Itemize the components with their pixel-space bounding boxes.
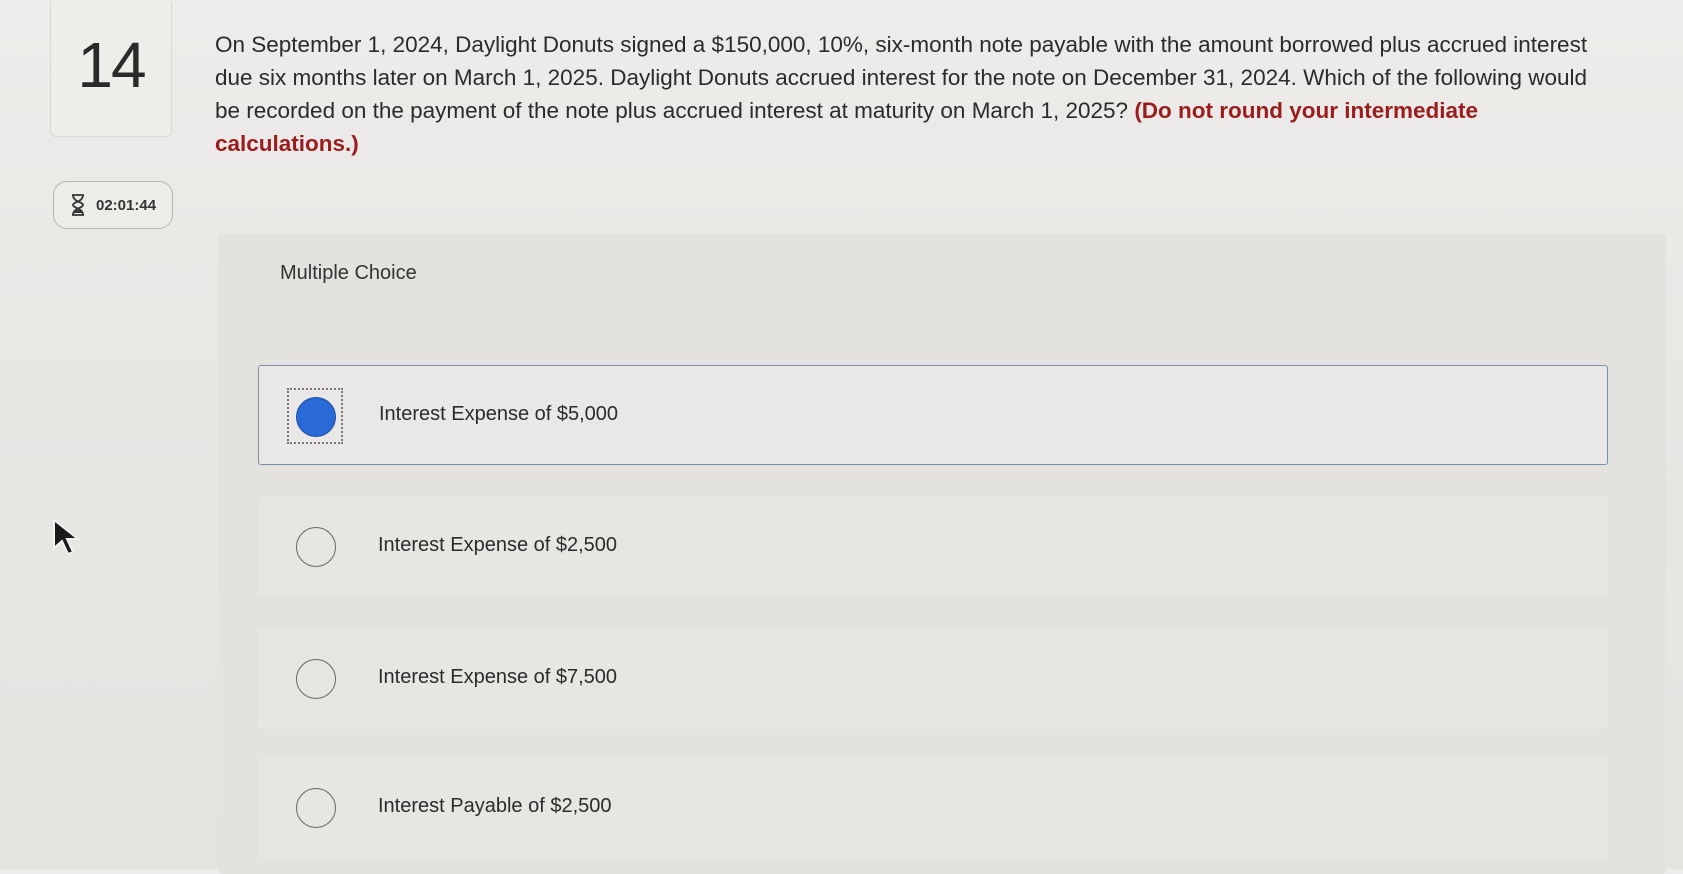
radio-focus-ring xyxy=(287,388,343,444)
answer-option-label: Interest Expense of $5,000 xyxy=(379,403,619,425)
radio-button-selected[interactable] xyxy=(296,397,336,437)
answer-option-1[interactable]: Interest Expense of $5,000 xyxy=(258,365,1608,465)
radio-button[interactable] xyxy=(296,788,336,828)
question-number-box: 14 xyxy=(50,2,172,137)
answer-option-3[interactable]: Interest Expense of $7,500 xyxy=(258,629,1608,729)
answer-option-label: Interest Payable of $2,500 xyxy=(378,795,612,817)
answer-option-2[interactable]: Interest Expense of $2,500 xyxy=(258,497,1608,597)
question-text-block: On September 1, 2024, Daylight Donuts si… xyxy=(215,28,1615,160)
timer-badge[interactable]: 02:01:44 xyxy=(53,181,173,229)
radio-button[interactable] xyxy=(296,659,336,699)
timer-value: 02:01:44 xyxy=(96,196,157,214)
mouse-cursor-icon xyxy=(53,518,81,556)
question-number: 14 xyxy=(77,29,146,101)
answer-option-label: Interest Expense of $7,500 xyxy=(378,666,618,688)
answer-option-label: Interest Expense of $2,500 xyxy=(378,534,618,556)
multiple-choice-label: Multiple Choice xyxy=(280,262,417,284)
hourglass-icon xyxy=(72,194,84,216)
answer-option-4[interactable]: Interest Payable of $2,500 xyxy=(258,758,1608,858)
radio-button[interactable] xyxy=(296,527,336,567)
